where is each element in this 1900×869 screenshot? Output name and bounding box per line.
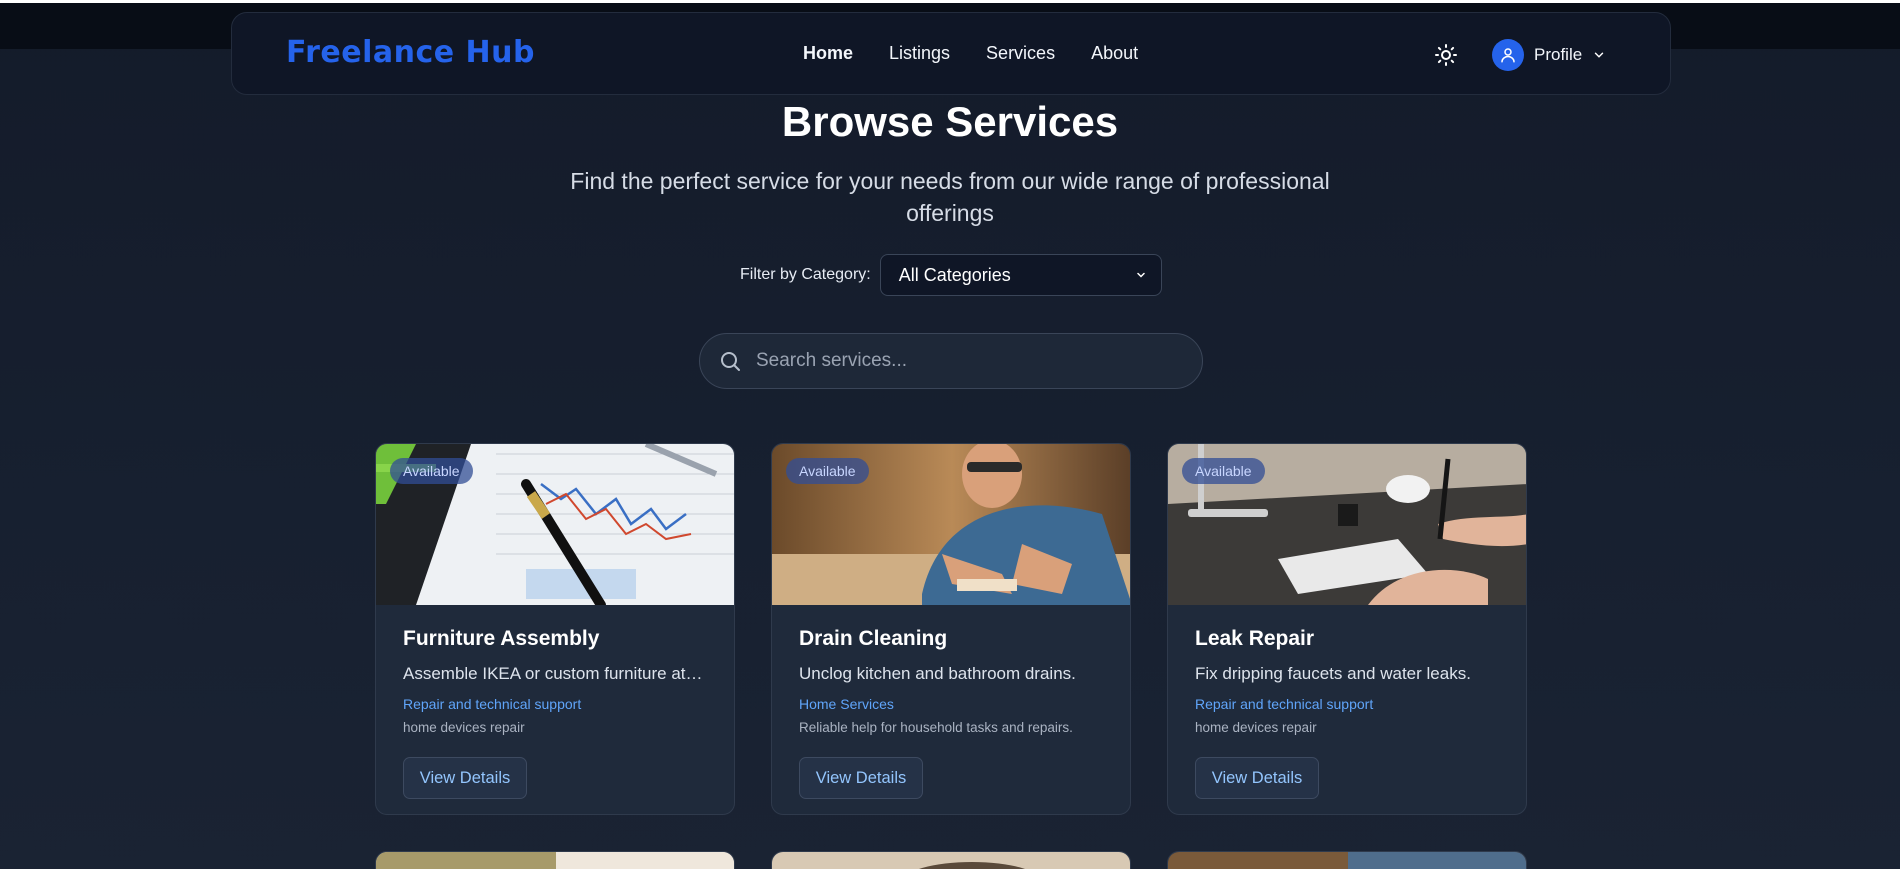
user-icon bbox=[1492, 39, 1524, 71]
chevron-down-icon bbox=[1594, 52, 1604, 58]
brand-logo[interactable]: Freelance Hub bbox=[286, 35, 535, 70]
page-title: Browse Services bbox=[781, 98, 1119, 145]
nav-link-home[interactable]: Home bbox=[803, 43, 853, 64]
search-bar bbox=[699, 333, 1203, 389]
subtitle-line-2: offerings bbox=[906, 200, 994, 226]
card-title: Drain Cleaning bbox=[799, 627, 948, 650]
theme-toggle-sun-icon[interactable] bbox=[1434, 43, 1458, 67]
card-description: Assemble IKEA or custom furniture at hom… bbox=[403, 664, 707, 683]
service-image-craftsman: Available bbox=[772, 444, 1130, 605]
search-input[interactable] bbox=[756, 350, 1176, 372]
card-category[interactable]: Home Services bbox=[799, 696, 1103, 712]
filter-label: Filter by Category: bbox=[740, 266, 871, 283]
status-badge: Available bbox=[390, 458, 473, 484]
service-card-partial[interactable] bbox=[1167, 851, 1527, 869]
nav-link-services[interactable]: Services bbox=[986, 43, 1055, 64]
navbar: Freelance Hub Home Listings Services Abo… bbox=[231, 12, 1671, 95]
card-title: Furniture Assembly bbox=[403, 627, 600, 650]
view-details-button[interactable]: View Details bbox=[1195, 757, 1319, 799]
card-category[interactable]: Repair and technical support bbox=[1195, 696, 1499, 712]
subtitle-line-1: Find the perfect service for your needs … bbox=[570, 168, 1330, 194]
category-select[interactable]: All Categories bbox=[879, 254, 1162, 296]
service-image-chart-pen: Available bbox=[376, 444, 734, 605]
card-subcategory: home devices repair bbox=[1195, 720, 1317, 735]
card-subcategory: home devices repair bbox=[403, 720, 525, 735]
view-details-button[interactable]: View Details bbox=[799, 757, 923, 799]
service-image-desk-keyboard: Available bbox=[1168, 444, 1526, 605]
profile-label: Profile bbox=[1534, 45, 1583, 64]
card-subcategory: Reliable help for household tasks and re… bbox=[799, 720, 1073, 735]
status-badge: Available bbox=[786, 458, 869, 484]
service-card-furniture-assembly[interactable]: Available Furniture Assembly Assemble IK… bbox=[375, 443, 735, 815]
nav-link-about[interactable]: About bbox=[1091, 43, 1138, 64]
category-filter: Filter by Category: All Categories bbox=[740, 254, 1162, 296]
card-description: Unclog kitchen and bathroom drains. bbox=[799, 664, 1076, 683]
nav-link-listings[interactable]: Listings bbox=[889, 43, 950, 64]
nav-links: Home Listings Services About bbox=[803, 43, 1174, 64]
profile-menu[interactable]: Profile bbox=[1492, 39, 1606, 71]
category-select-value: All Categories bbox=[898, 264, 1011, 285]
service-card-partial[interactable] bbox=[771, 851, 1131, 869]
search-icon bbox=[721, 352, 740, 371]
service-card-partial[interactable] bbox=[375, 851, 735, 869]
chevron-down-icon bbox=[1136, 272, 1145, 278]
page-subtitle: Find the perfect service for your needs … bbox=[570, 165, 1330, 229]
card-description: Fix dripping faucets and water leaks. bbox=[1195, 664, 1471, 683]
view-details-button[interactable]: View Details bbox=[403, 757, 527, 799]
service-card-drain-cleaning[interactable]: Available Drain Cleaning Unclog kitchen … bbox=[771, 443, 1131, 815]
card-category[interactable]: Repair and technical support bbox=[403, 696, 707, 712]
status-badge: Available bbox=[1182, 458, 1265, 484]
card-title: Leak Repair bbox=[1195, 627, 1315, 650]
service-card-leak-repair[interactable]: Available Leak Repair Fix dripping fauce… bbox=[1167, 443, 1527, 815]
